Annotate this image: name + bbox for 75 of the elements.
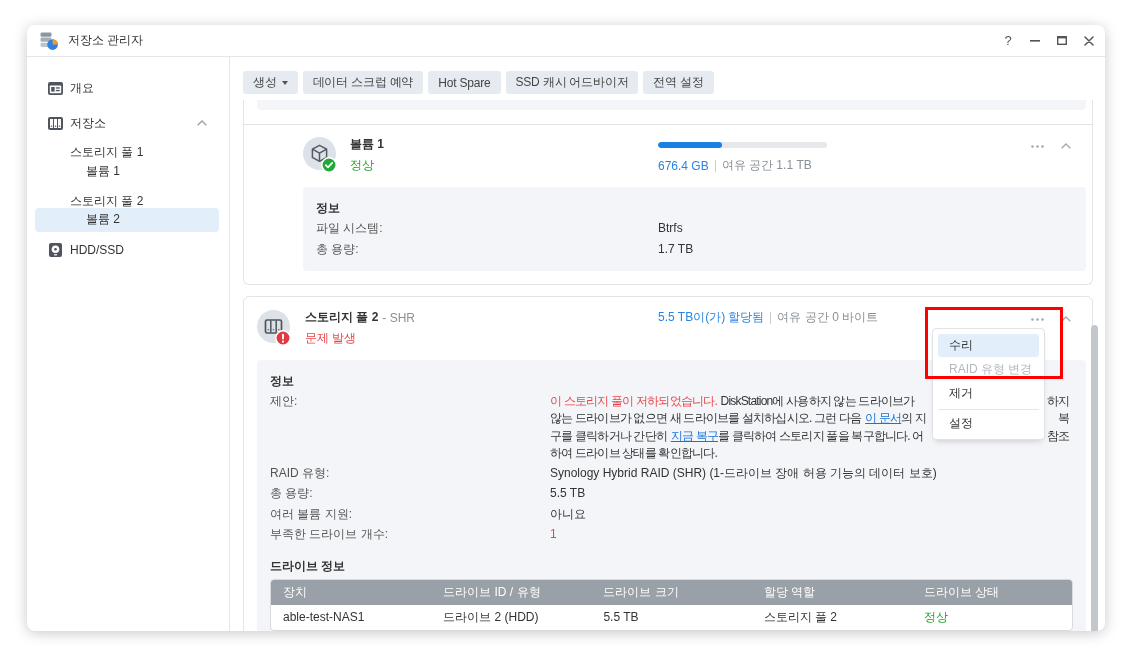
used-capacity: 676.4 GB xyxy=(658,158,709,173)
field-value: 5.5 TB xyxy=(550,485,586,502)
suggestion-text: 복 xyxy=(1058,410,1069,427)
field-value: 아니요 xyxy=(550,505,586,523)
suggestion-text: 하지 xyxy=(1047,392,1069,410)
suggestion-text: 를 클릭하여 스토리지 풀을 복구합니다. 어 xyxy=(718,428,924,443)
status-text: 문제 발생 xyxy=(305,330,357,347)
column-header: 드라이브 상태 xyxy=(922,583,1001,601)
raid-type: - SHR xyxy=(382,310,415,325)
toolbar-button[interactable]: 전역 설정 xyxy=(643,71,714,94)
field-value: 1.7 TB xyxy=(658,240,694,258)
suggestion-text: DiskStation에 사용하지 않는 드라이브가 xyxy=(720,393,915,408)
toolbar-button[interactable]: Hot Spare xyxy=(428,71,501,94)
more-icon[interactable] xyxy=(1031,317,1044,321)
table-cell-text: 스토리지 풀 2 xyxy=(762,608,838,626)
drive-bays-icon xyxy=(48,116,63,130)
menu-item[interactable]: 수리 xyxy=(938,334,1039,357)
nav-item[interactable]: 저장소 xyxy=(35,111,219,135)
minimize-icon[interactable] xyxy=(1030,39,1040,42)
more-icon[interactable] xyxy=(1031,144,1044,148)
field-label: 파일 시스템: xyxy=(316,220,383,237)
field-value: 1 xyxy=(550,526,557,543)
nav-item[interactable]: HDD/SSD xyxy=(35,237,219,262)
field-value: Synology Hybrid RAID (SHR) (1-드라이브 장애 허용 기능의 데이터 보호) xyxy=(550,464,937,482)
text-link[interactable]: 지금 복구 xyxy=(670,428,718,443)
table-cell-text: able-test-NAS1 xyxy=(282,610,366,624)
text-link[interactable]: 이 문서 xyxy=(865,411,902,425)
field-label: RAID 유형: xyxy=(270,464,330,482)
section-title: 정보 xyxy=(270,373,294,390)
check-icon xyxy=(321,157,337,173)
column-header: 장치 xyxy=(282,583,308,601)
field-label: 총 용량: xyxy=(316,240,359,258)
volume-name: 볼륨 1 xyxy=(350,136,384,153)
pool-name: 스토리지 풀 2 xyxy=(305,309,379,326)
used-capacity: 5.5 TB이(가) 할당됨 xyxy=(658,309,765,326)
scrollbar[interactable] xyxy=(1091,325,1098,631)
field-label: 여러 볼륨 지원: xyxy=(270,505,352,523)
alert-icon xyxy=(275,330,291,346)
nav-item[interactable]: 볼륨 2 xyxy=(35,207,219,232)
field-value: Btrfs xyxy=(658,220,683,237)
suggestion-text: 참조 xyxy=(1047,427,1069,445)
field-label: 총 용량: xyxy=(270,485,313,502)
toolbar-button[interactable]: 데이터 스크럽 예약 xyxy=(302,71,424,94)
table-cell-text: 드라이브 2 (HDD) xyxy=(442,608,540,626)
chevron-up-icon[interactable] xyxy=(1061,316,1071,322)
chevron-up-icon[interactable] xyxy=(1061,143,1071,149)
window-title: 저장소 관리자 xyxy=(68,32,144,49)
free-space: 여유 공간 1.1 TB xyxy=(721,157,812,174)
column-header: 드라이브 ID / 유형 xyxy=(442,583,542,601)
toolbar-button[interactable]: SSD 캐시 어드바이저 xyxy=(505,71,639,94)
maximize-icon[interactable] xyxy=(1057,36,1067,45)
chevron-up-icon[interactable] xyxy=(197,120,207,126)
section-title: 정보 xyxy=(316,200,340,217)
table-cell-text: 정상 xyxy=(922,608,949,626)
status-text: 정상 xyxy=(350,157,374,174)
menu-item[interactable]: 제거 xyxy=(938,382,1039,406)
field-label: 부족한 드라이브 개수: xyxy=(270,526,388,543)
close-icon[interactable] xyxy=(1084,35,1094,46)
card-icon xyxy=(48,81,63,95)
warning-text: 이 스토리지 풀이 저하되었습니다. xyxy=(550,393,717,408)
menu-item[interactable]: 설정 xyxy=(938,412,1039,436)
toolbar-button[interactable]: 생성 xyxy=(243,71,298,94)
help-button[interactable]: ? xyxy=(1003,32,1013,49)
field-label: 제안: xyxy=(270,392,298,410)
free-space: 여유 공간 0 바이트 xyxy=(777,309,879,326)
table-cell-text: 5.5 TB xyxy=(602,610,640,624)
column-header: 드라이브 크기 xyxy=(602,583,680,601)
column-header: 할당 역할 xyxy=(762,583,816,601)
nav-item[interactable]: 개요 xyxy=(35,76,219,100)
suggestion-text: 않는 드라이브가 없으면 새 드라이브를 설치하십시오. 그런 다음 xyxy=(550,411,862,425)
suggestion-text: 구를 클릭하거나 간단히 xyxy=(550,428,668,443)
section-title: 드라이브 정보 xyxy=(270,557,346,575)
suggestion-text: 의 지 xyxy=(901,411,927,425)
suggestion-text: 하여 드라이브 상태를 확인합니다. xyxy=(550,446,717,460)
database-chart-icon xyxy=(40,31,58,50)
